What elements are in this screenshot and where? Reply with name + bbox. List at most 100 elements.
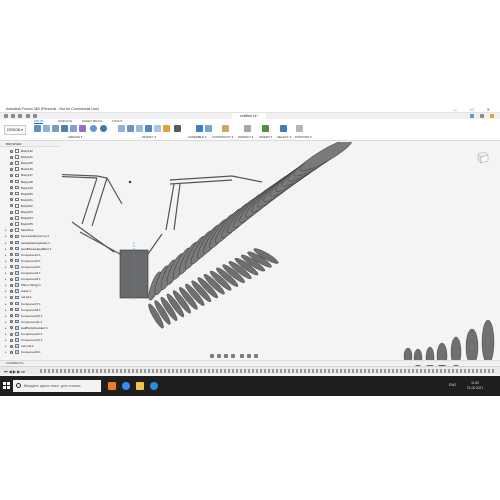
revolve-icon[interactable] <box>61 125 68 132</box>
visibility-eye-icon[interactable] <box>10 314 13 318</box>
as-built-joint-icon[interactable] <box>205 125 212 132</box>
browser-body-node[interactable]: Body148 <box>0 179 62 185</box>
browser-component-node[interactable]: ▸ Component13:1 <box>0 337 62 343</box>
group-construct[interactable]: CONSTRUCT ▾ <box>212 135 233 139</box>
visibility-eye-icon[interactable] <box>10 253 13 257</box>
browser-component-node[interactable]: ▸ Component10:1 <box>0 313 62 319</box>
browser-component-node[interactable]: ▸ Plane (Wing):1 <box>0 282 62 288</box>
expand-arrow-icon[interactable]: ▸ <box>5 252 7 258</box>
joint-icon[interactable] <box>196 125 203 132</box>
timeline-features[interactable] <box>40 369 495 373</box>
browser-body-node[interactable]: Body145 <box>0 160 62 166</box>
grid-settings-icon[interactable] <box>247 354 251 358</box>
orbit-icon[interactable] <box>210 354 214 358</box>
group-create[interactable]: CREATE ▾ <box>68 135 82 139</box>
combine-icon[interactable] <box>154 125 161 132</box>
account-icon[interactable] <box>470 114 474 118</box>
edge-icon[interactable] <box>150 382 158 390</box>
chamfer-icon[interactable] <box>136 125 143 132</box>
browser-body-node[interactable]: Body154 <box>0 215 62 221</box>
comments-panel[interactable]: COMMENTS <box>0 360 500 365</box>
zoom-icon[interactable] <box>224 354 228 358</box>
expand-arrow-icon[interactable]: ▸ <box>5 276 7 282</box>
browser-header[interactable]: BROWSER <box>0 142 60 147</box>
tab-tools[interactable]: TOOLS <box>112 119 122 123</box>
input-language[interactable]: ENG <box>449 383 456 387</box>
shell-icon[interactable] <box>145 125 152 132</box>
browser-body-node[interactable]: Body150 <box>0 191 62 197</box>
press-pull-icon[interactable] <box>118 125 125 132</box>
group-position[interactable]: POSITION ▾ <box>295 135 312 139</box>
select-icon[interactable] <box>280 125 287 132</box>
pattern-icon[interactable] <box>100 125 107 132</box>
expand-arrow-icon[interactable]: ▸ <box>5 313 7 319</box>
browser-component-node[interactable]: ▸ Component2:1 <box>0 258 62 264</box>
visibility-eye-icon[interactable] <box>10 210 13 214</box>
expand-arrow-icon[interactable]: ▸ <box>5 227 7 233</box>
group-insert[interactable]: INSERT ▾ <box>259 135 272 139</box>
offset-plane-icon[interactable] <box>222 125 229 132</box>
visibility-eye-icon[interactable] <box>10 173 13 177</box>
visibility-eye-icon[interactable] <box>10 155 13 159</box>
browser-component-node[interactable]: ▸ rod.stl:1 <box>0 294 62 300</box>
expand-arrow-icon[interactable]: ▸ <box>5 331 7 337</box>
expand-arrow-icon[interactable]: ▸ <box>5 233 7 239</box>
window-controls[interactable]: — ☐ ✕ <box>453 107 496 112</box>
browser-folder-node[interactable]: ▸ Sketches <box>0 227 62 233</box>
expand-arrow-icon[interactable]: ▸ <box>5 282 7 288</box>
visibility-eye-icon[interactable] <box>10 216 13 220</box>
browser-component-node[interactable]: ▸ Component12:1 <box>0 331 62 337</box>
file-explorer-icon[interactable] <box>136 382 144 390</box>
browser-component-node[interactable]: ▸ Component7:1 <box>0 301 62 307</box>
browser-component-node[interactable]: ▸ Component8:1 <box>0 307 62 313</box>
expand-arrow-icon[interactable]: ▸ <box>5 301 7 307</box>
visibility-eye-icon[interactable] <box>10 302 13 305</box>
browser-body-node[interactable]: Body141 <box>0 154 62 160</box>
group-modify[interactable]: MODIFY ▾ <box>142 135 156 139</box>
browser-component-node[interactable]: ▸ rod.end:1 <box>0 343 62 349</box>
viewports-icon[interactable] <box>254 354 258 358</box>
visibility-eye-icon[interactable] <box>10 180 13 183</box>
visibility-eye-icon[interactable] <box>10 289 13 293</box>
expand-arrow-icon[interactable]: ▸ <box>5 319 7 325</box>
browser-body-node[interactable]: Body149 <box>0 185 62 191</box>
browser-component-node[interactable]: ▸ HardPlanes(keelBar):1 <box>0 246 62 252</box>
browser-component-node[interactable]: ▸ stator:1 <box>0 288 62 294</box>
visibility-eye-icon[interactable] <box>10 234 13 238</box>
move-icon[interactable] <box>174 125 181 132</box>
file-icon[interactable] <box>11 114 15 118</box>
expand-arrow-icon[interactable]: ▸ <box>5 343 7 349</box>
clock[interactable]: 11:50 21.06.2021 <box>460 381 490 390</box>
visibility-eye-icon[interactable] <box>10 271 13 275</box>
expand-arrow-icon[interactable]: ▸ <box>5 264 7 270</box>
visibility-eye-icon[interactable] <box>10 167 13 171</box>
fit-icon[interactable] <box>231 354 235 358</box>
visibility-eye-icon[interactable] <box>10 149 13 153</box>
undo-icon[interactable] <box>26 114 30 118</box>
browser-body-node[interactable]: Body147 <box>0 172 62 178</box>
model-canvas[interactable] <box>0 138 500 396</box>
visibility-eye-icon[interactable] <box>10 320 13 324</box>
group-assemble[interactable]: ASSEMBLE ▾ <box>188 135 207 139</box>
help-icon[interactable] <box>480 114 484 118</box>
visibility-eye-icon[interactable] <box>10 332 13 336</box>
expand-arrow-icon[interactable]: ▸ <box>5 337 7 343</box>
browser-body-node[interactable]: Body155 <box>0 221 62 227</box>
pan-icon[interactable] <box>217 354 221 358</box>
visibility-eye-icon[interactable] <box>10 186 13 190</box>
tab-solid[interactable]: SOLID <box>34 119 44 124</box>
save-icon[interactable] <box>18 114 22 118</box>
expand-arrow-icon[interactable]: ▸ <box>5 288 7 294</box>
visibility-eye-icon[interactable] <box>10 295 13 299</box>
fillet-icon[interactable] <box>127 125 134 132</box>
browser-body-node[interactable]: Body146 <box>0 166 62 172</box>
visibility-eye-icon[interactable] <box>10 161 13 165</box>
visibility-eye-icon[interactable] <box>10 277 13 281</box>
browser-body-node[interactable]: Body151 <box>0 197 62 203</box>
expand-arrow-icon[interactable]: ▸ <box>5 294 7 300</box>
browser-component-node[interactable]: ▸ servoHolder(servo):1 <box>0 233 62 239</box>
visibility-eye-icon[interactable] <box>10 222 13 226</box>
appearance-icon[interactable] <box>163 125 170 132</box>
expand-arrow-icon[interactable]: ▸ <box>5 258 7 264</box>
extrude-icon[interactable] <box>52 125 59 132</box>
